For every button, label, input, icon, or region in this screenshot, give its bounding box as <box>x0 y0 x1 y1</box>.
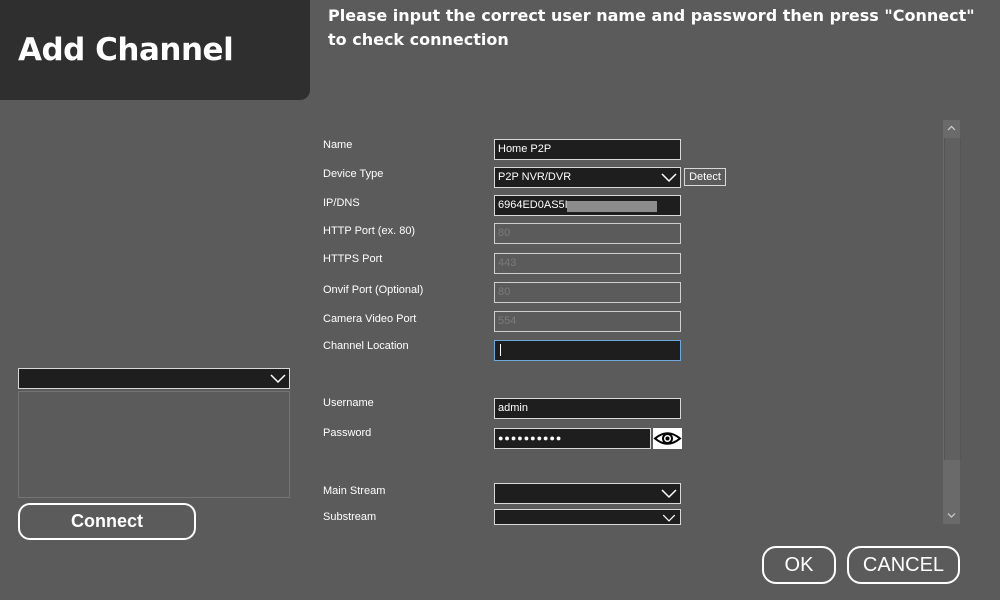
name-field[interactable]: Home P2P <box>494 139 681 160</box>
chevron-up-icon <box>947 125 956 131</box>
chevron-down-icon <box>661 489 677 499</box>
password-field[interactable]: ●●●●●●●●●● <box>494 428 651 449</box>
http-port-field[interactable]: 80 <box>494 223 681 244</box>
username-label: Username <box>323 397 374 409</box>
camera-video-port-field[interactable]: 554 <box>494 311 681 332</box>
substream-select[interactable] <box>494 509 681 525</box>
https-port-field[interactable]: 443 <box>494 253 681 274</box>
cancel-button[interactable]: CANCEL <box>847 546 960 584</box>
camera-video-port-label: Camera Video Port <box>323 313 417 325</box>
channel-list-select[interactable] <box>18 368 290 389</box>
page-title: Add Channel <box>18 32 234 68</box>
chevron-down-icon <box>270 374 286 384</box>
chevron-down-icon <box>662 514 676 522</box>
connect-button[interactable]: Connect <box>18 503 196 540</box>
show-password-button[interactable] <box>653 428 682 449</box>
main-stream-label: Main Stream <box>323 485 386 497</box>
onvif-port-field[interactable]: 80 <box>494 282 681 303</box>
chevron-down-icon <box>947 513 956 518</box>
username-value: admin <box>498 402 528 414</box>
scroll-up-button[interactable] <box>943 120 960 137</box>
scroll-thumb[interactable] <box>944 138 961 460</box>
camera-video-port-value: 554 <box>498 315 517 327</box>
ok-button[interactable]: OK <box>762 546 836 584</box>
detect-button[interactable]: Detect <box>684 168 726 186</box>
redacted-block <box>567 201 657 212</box>
https-port-value: 443 <box>498 257 517 269</box>
scroll-down-button[interactable] <box>943 507 960 524</box>
substream-label: Substream <box>323 511 377 523</box>
http-port-label: HTTP Port (ex. 80) <box>323 225 416 237</box>
username-field[interactable]: admin <box>494 398 681 419</box>
channel-location-field[interactable] <box>494 340 681 361</box>
ip-dns-label: IP/DNS <box>323 197 360 209</box>
ip-dns-field[interactable]: 6964ED0AS5I <box>494 195 681 216</box>
device-type-label: Device Type <box>323 168 384 180</box>
onvif-port-label: Onvif Port (Optional) <box>323 284 424 296</box>
instruction-text: Please input the correct user name and p… <box>328 6 975 49</box>
ip-dns-value: 6964ED0AS5I <box>498 199 568 211</box>
device-type-select[interactable]: P2P NVR/DVR <box>494 167 681 188</box>
name-label: Name <box>323 139 353 151</box>
http-port-value: 80 <box>498 227 511 239</box>
channel-list[interactable] <box>18 391 290 498</box>
password-label: Password <box>323 427 372 439</box>
form-scrollbar[interactable] <box>943 120 961 524</box>
eye-icon <box>653 432 682 445</box>
chevron-down-icon <box>661 173 677 183</box>
onvif-port-value: 80 <box>498 286 511 298</box>
title-panel: Add Channel <box>0 0 310 100</box>
main-stream-select[interactable] <box>494 483 681 504</box>
https-port-label: HTTPS Port <box>323 253 383 265</box>
password-value: ●●●●●●●●●● <box>498 433 563 443</box>
text-caret <box>500 344 501 357</box>
name-value: Home P2P <box>498 143 552 155</box>
device-type-value: P2P NVR/DVR <box>498 171 572 183</box>
channel-location-label: Channel Location <box>323 340 409 352</box>
